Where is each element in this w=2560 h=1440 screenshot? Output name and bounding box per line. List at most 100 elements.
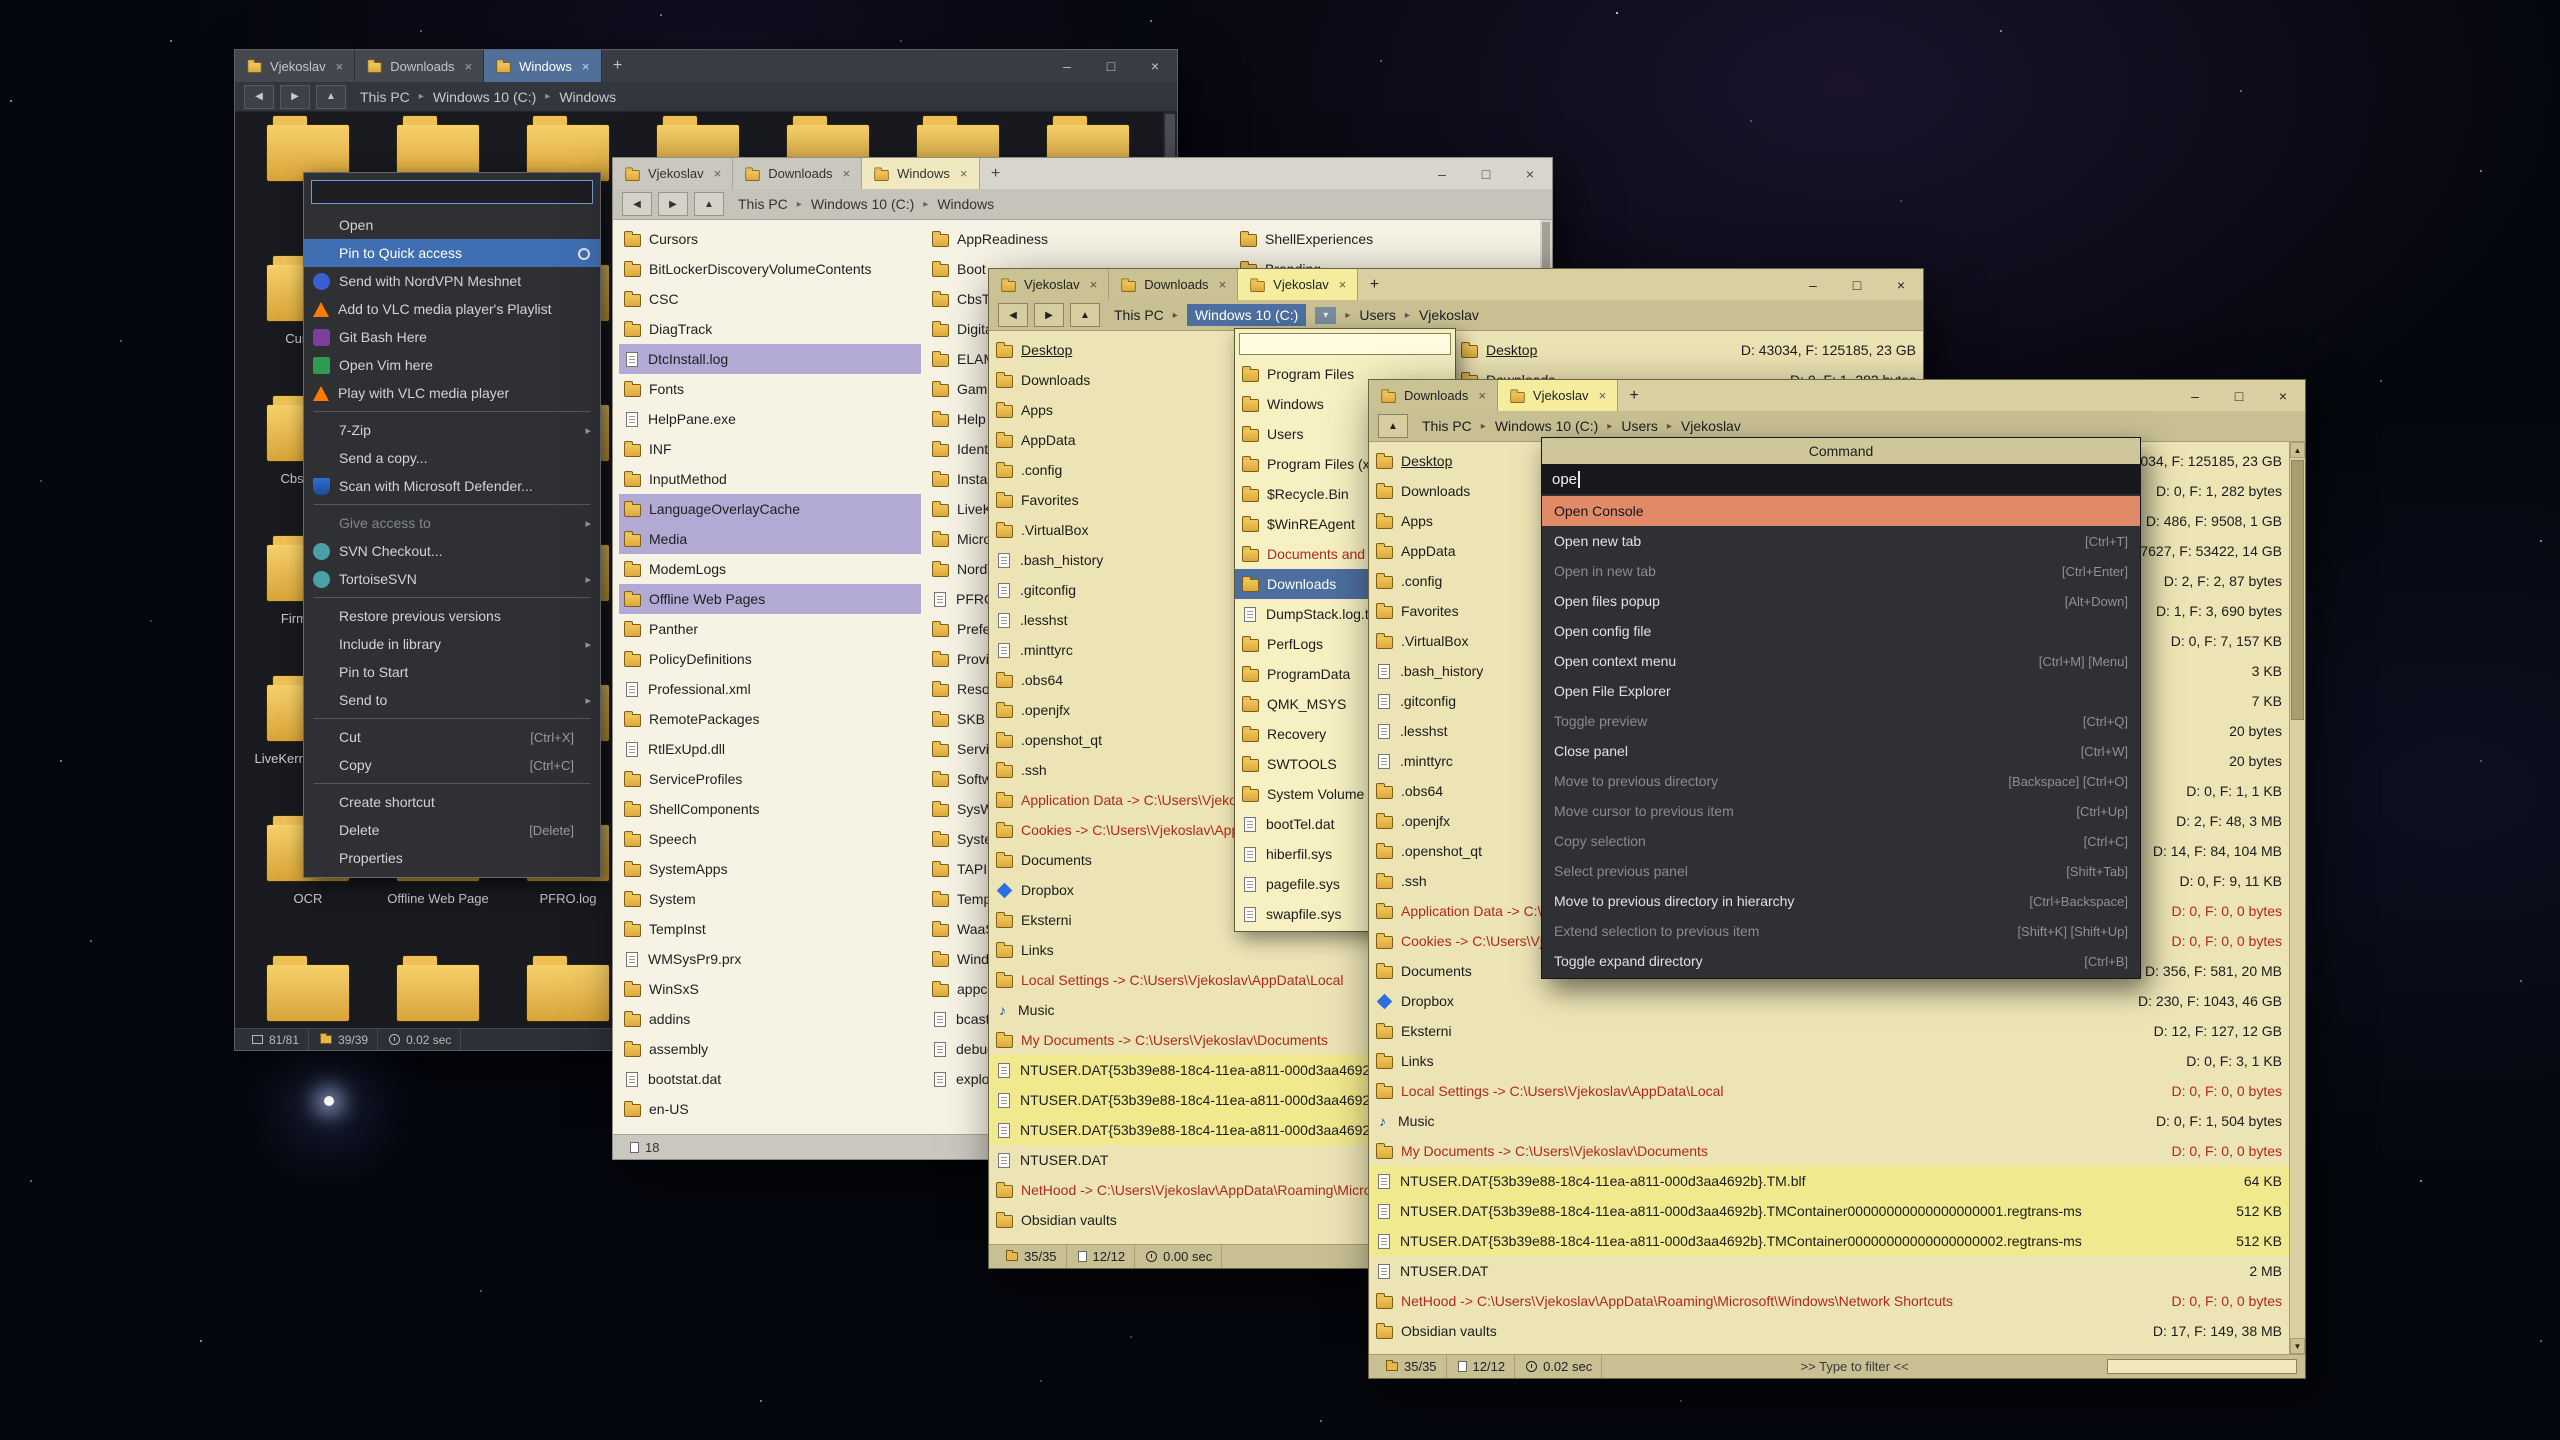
breadcrumb-item[interactable]: Vjekoslav <box>1681 418 1741 434</box>
tab[interactable]: Vjekoslav × <box>989 269 1109 300</box>
titlebar[interactable]: Vjekoslav × Downloads × Vjekoslav × + – … <box>989 269 1923 300</box>
close-button[interactable]: × <box>2261 380 2305 411</box>
back-button[interactable]: ◀ <box>244 85 274 109</box>
file-row[interactable]: LanguageOverlayCache <box>619 494 921 524</box>
file-row[interactable]: BitLockerDiscoveryVolumeContents <box>619 254 921 284</box>
tab-close-icon[interactable]: × <box>714 166 722 181</box>
file-row[interactable]: ModemLogs <box>619 554 921 584</box>
breadcrumb-item[interactable]: ▸ <box>419 91 424 102</box>
command-item[interactable]: Open config file <box>1542 616 2140 646</box>
titlebar[interactable]: Vjekoslav × Downloads × Windows × + – □ … <box>613 158 1552 189</box>
file-row[interactable]: ShellComponents <box>619 794 921 824</box>
maximize-button[interactable]: □ <box>1835 269 1879 300</box>
file-row[interactable]: CSC <box>619 284 921 314</box>
command-input[interactable]: ope <box>1542 464 2140 494</box>
context-menu-item[interactable]: Properties <box>304 844 600 872</box>
close-button[interactable]: × <box>1133 50 1177 82</box>
context-menu-item[interactable] <box>314 597 590 598</box>
command-item[interactable]: Open in new tab [Ctrl+Enter] <box>1542 556 2140 586</box>
minimize-button[interactable]: – <box>1791 269 1835 300</box>
file-row[interactable]: Fonts <box>619 374 921 404</box>
context-menu-item[interactable]: Create shortcut <box>304 788 600 816</box>
breadcrumb-item[interactable]: This PC <box>1114 307 1164 323</box>
file-row[interactable]: Obsidian vaults D: 17, F: 149, 38 MB <box>1369 1316 2289 1346</box>
context-menu-item[interactable]: Send to <box>304 686 600 714</box>
new-tab-button[interactable]: + <box>1618 380 1650 411</box>
tab-close-icon[interactable]: × <box>1339 277 1347 292</box>
tab-close-icon[interactable]: × <box>1599 388 1607 403</box>
file-row[interactable]: WMSysPr9.prx <box>619 944 921 974</box>
file-row[interactable]: NTUSER.DAT{53b39e88-18c4-11ea-a811-000d3… <box>1369 1166 2289 1196</box>
filter-input[interactable] <box>2107 1359 2297 1374</box>
file-row[interactable]: RemotePackages <box>619 704 921 734</box>
file-row[interactable]: Eksterni D: 12, F: 127, 12 GB <box>1369 1016 2289 1046</box>
context-menu-item[interactable]: 7-Zip <box>304 416 600 444</box>
breadcrumb-item[interactable]: ▸ <box>545 91 550 102</box>
context-menu-item[interactable]: Give access to <box>304 509 600 537</box>
file-row[interactable]: INF <box>619 434 921 464</box>
file-row[interactable]: Links D: 0, F: 3, 1 KB <box>1369 1046 2289 1076</box>
file-row[interactable]: My Documents -> C:\Users\Vjekoslav\Docum… <box>1369 1136 2289 1166</box>
tab-close-icon[interactable]: × <box>1219 277 1227 292</box>
maximize-button[interactable]: □ <box>2217 380 2261 411</box>
folder-tile[interactable] <box>243 952 373 1028</box>
file-row[interactable]: AppReadiness <box>927 224 1229 254</box>
back-button[interactable]: ◀ <box>622 192 652 216</box>
file-row[interactable]: System <box>619 884 921 914</box>
file-row[interactable]: HelpPane.exe <box>619 404 921 434</box>
breadcrumb-item[interactable]: Windows <box>559 89 616 105</box>
breadcrumb-item[interactable]: ▸ <box>1345 310 1350 321</box>
command-item[interactable]: Open context menu [Ctrl+M] [Menu] <box>1542 646 2140 676</box>
file-row[interactable]: en-US <box>619 1094 921 1124</box>
breadcrumb-item[interactable]: Windows 10 (C:) <box>1495 418 1598 434</box>
file-row[interactable]: NetHood -> C:\Users\Vjekoslav\AppData\Ro… <box>1369 1286 2289 1316</box>
file-row[interactable]: InputMethod <box>619 464 921 494</box>
command-item[interactable]: Move to previous directory in hierarchy … <box>1542 886 2140 916</box>
breadcrumb-item[interactable]: ▸ <box>1481 421 1486 432</box>
command-item[interactable]: Extend selection to previous item [Shift… <box>1542 916 2140 946</box>
file-row[interactable]: addins <box>619 1004 921 1034</box>
file-row[interactable]: Cursors <box>619 224 921 254</box>
file-row[interactable]: NTUSER.DAT{53b39e88-18c4-11ea-a811-000d3… <box>1369 1226 2289 1256</box>
context-menu-item[interactable] <box>314 783 590 784</box>
context-menu-item[interactable]: Open <box>304 211 600 239</box>
context-menu-item[interactable]: Include in library <box>304 630 600 658</box>
command-item[interactable]: Close panel [Ctrl+W] <box>1542 736 2140 766</box>
titlebar[interactable]: Vjekoslav × Downloads × Windows × + – □ … <box>235 50 1177 82</box>
file-row[interactable]: NTUSER.DAT 2 MB <box>1369 1256 2289 1286</box>
file-row[interactable]: NTUSER.DAT{53b39e88-18c4-11ea-a811-000d3… <box>1369 1196 2289 1226</box>
tab-close-icon[interactable]: × <box>582 59 590 74</box>
breadcrumb-item[interactable]: Windows <box>937 196 994 212</box>
context-menu-item[interactable] <box>314 411 590 412</box>
context-menu-item[interactable]: Git Bash Here <box>304 323 600 351</box>
dropdown-filter-input[interactable] <box>1239 333 1451 355</box>
tab-close-icon[interactable]: × <box>1090 277 1098 292</box>
file-row[interactable]: Professional.xml <box>619 674 921 704</box>
file-row[interactable]: ShellExperiences <box>1235 224 1537 254</box>
file-row[interactable]: Local Settings -> C:\Users\Vjekoslav\App… <box>1369 1076 2289 1106</box>
forward-button[interactable]: ▶ <box>280 85 310 109</box>
command-item[interactable]: Open files popup [Alt+Down] <box>1542 586 2140 616</box>
context-menu-item[interactable]: Pin to Quick access <box>304 239 600 267</box>
file-row[interactable]: bootstat.dat <box>619 1064 921 1094</box>
tab[interactable]: Downloads × <box>733 158 862 189</box>
context-menu-item[interactable]: Delete [Delete] <box>304 816 600 844</box>
new-tab-button[interactable]: + <box>980 158 1012 189</box>
file-row[interactable]: Media <box>619 524 921 554</box>
tab[interactable]: Vjekoslav × <box>235 50 355 82</box>
file-row[interactable]: Panther <box>619 614 921 644</box>
file-row[interactable]: Desktop D: 43034, F: 125185, 23 GB <box>1454 335 1923 365</box>
breadcrumb-item[interactable]: ▸ <box>1607 421 1612 432</box>
new-tab-button[interactable]: + <box>1358 269 1390 300</box>
context-menu-item[interactable]: Restore previous versions <box>304 602 600 630</box>
close-button[interactable]: × <box>1879 269 1923 300</box>
breadcrumb-item[interactable]: Windows 10 (C:) <box>433 89 536 105</box>
up-button[interactable]: ▲ <box>694 192 724 216</box>
minimize-button[interactable]: – <box>1420 158 1464 189</box>
maximize-button[interactable]: □ <box>1464 158 1508 189</box>
tab-close-icon[interactable]: × <box>1478 388 1486 403</box>
file-row[interactable]: Dropbox D: 230, F: 1043, 46 GB <box>1369 986 2289 1016</box>
tab[interactable]: Windows × <box>862 158 979 189</box>
breadcrumb-item[interactable]: Users <box>1621 418 1658 434</box>
context-menu-item[interactable]: SVN Checkout... <box>304 537 600 565</box>
